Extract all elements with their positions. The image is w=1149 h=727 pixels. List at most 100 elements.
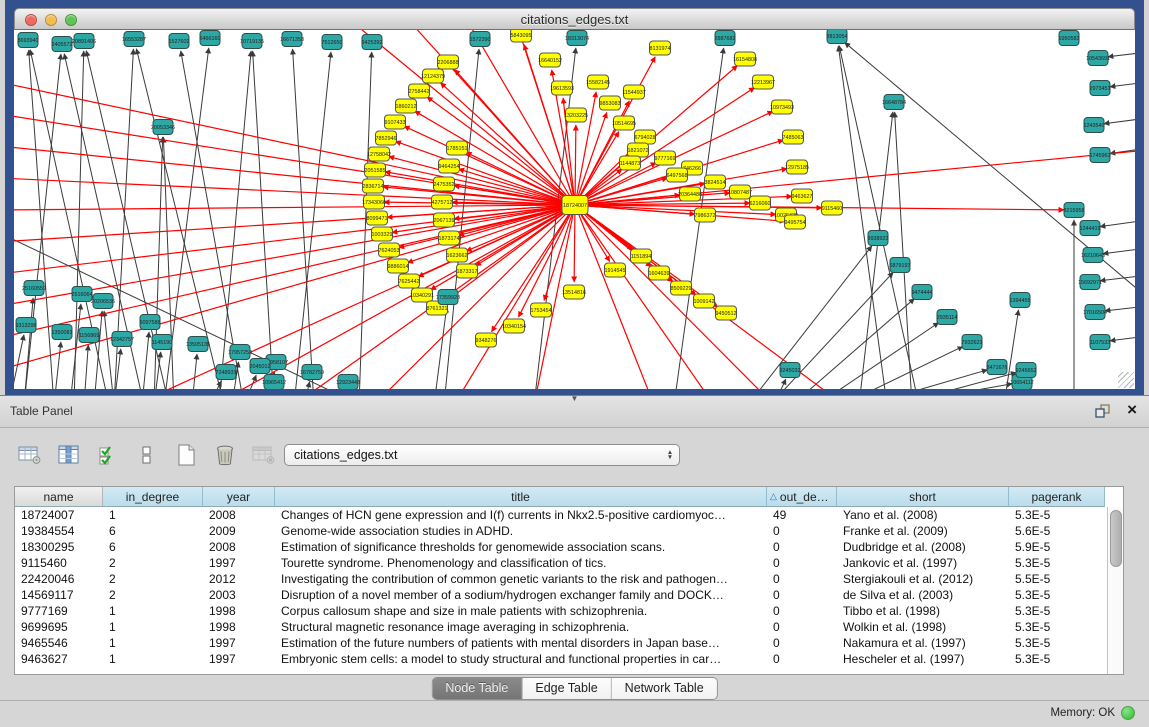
table-row[interactable]: 911546021997Tourette syndrome. Phenomeno… <box>15 555 1123 571</box>
graph-node[interactable]: 19613593 <box>550 81 574 95</box>
table-row[interactable]: 969969511998Structural magnetic resonanc… <box>15 619 1123 635</box>
graph-node[interactable]: 20053346 <box>151 120 175 135</box>
new-table-icon[interactable] <box>172 442 200 468</box>
table-row[interactable]: 1456911722003Disruption of a novel membe… <box>15 587 1123 603</box>
graph-node[interactable]: 1860212 <box>396 99 417 113</box>
graph-node[interactable]: 12124379 <box>421 69 445 83</box>
graph-node[interactable]: 9425392 <box>362 35 383 50</box>
graph-node[interactable]: 2935114 <box>937 310 958 325</box>
table-row[interactable]: 946554611997Estimation of the future num… <box>15 635 1123 651</box>
table-cell[interactable]: Yano et al. (2008) <box>837 507 1009 523</box>
column-header-in_degree[interactable]: in_degree <box>103 487 203 507</box>
table-cell[interactable]: 49 <box>767 507 837 523</box>
table-cell[interactable]: Changes of HCN gene expression and I(f) … <box>275 507 767 523</box>
table-cell[interactable]: 0 <box>767 635 837 651</box>
graph-node[interactable]: 9245032 <box>780 363 801 378</box>
table-cell[interactable]: Stergiakouli et al. (2012) <box>837 571 1009 587</box>
graph-node[interactable]: 7624053 <box>379 243 400 257</box>
graph-node[interactable]: 1394455 <box>1010 293 1031 308</box>
table-cell[interactable]: 5.3E-5 <box>1009 651 1105 667</box>
table-cell[interactable]: 5.3E-5 <box>1009 555 1105 571</box>
graph-node[interactable]: 12758042 <box>367 147 391 161</box>
table-cell[interactable]: 2008 <box>203 539 275 555</box>
graph-node[interactable]: 9495754 <box>785 215 806 229</box>
column-header-year[interactable]: year <box>203 487 275 507</box>
select-rows-icon[interactable] <box>94 442 122 468</box>
table-cell[interactable]: 1 <box>103 651 203 667</box>
table-selector-dropdown[interactable]: citations_edges.txt ▲▼ <box>284 444 680 466</box>
table-cell[interactable]: 0 <box>767 555 837 571</box>
table-row[interactable]: 2242004622012Investigating the contribut… <box>15 571 1123 587</box>
graph-node[interactable]: 16210643 <box>1081 248 1105 263</box>
graph-node[interactable]: 12975185 <box>785 160 809 174</box>
table-cell[interactable]: Tourette syndrome. Phenomenology and cla… <box>275 555 767 571</box>
graph-node[interactable]: 1003329 <box>372 227 393 241</box>
scrollbar-thumb[interactable] <box>1110 510 1122 567</box>
table-options-icon[interactable] <box>16 442 44 468</box>
table-cell[interactable]: 5.3E-5 <box>1009 603 1105 619</box>
table-cell[interactable]: Genome-wide association studies in ADHD. <box>275 523 767 539</box>
table-cell[interactable]: 1 <box>103 619 203 635</box>
graph-node[interactable]: 11544937 <box>622 85 646 99</box>
graph-node[interactable]: 2206888 <box>438 55 459 69</box>
graph-node[interactable]: 9464254 <box>439 159 460 173</box>
graph-node[interactable]: 10807487 <box>728 185 752 199</box>
graph-node[interactable]: 16648784 <box>882 95 906 110</box>
graph-node[interactable]: 8471676 <box>987 360 1008 375</box>
close-panel-icon[interactable]: × <box>1127 400 1137 420</box>
column-header-name[interactable]: name <box>15 487 103 507</box>
graph-node[interactable]: 16671358 <box>280 32 304 47</box>
graph-node[interactable]: 9450512 <box>716 306 737 320</box>
table-cell[interactable]: 6 <box>103 523 203 539</box>
table-cell[interactable]: 1997 <box>203 651 275 667</box>
table-cell[interactable]: 5.9E-5 <box>1009 539 1105 555</box>
graph-node[interactable]: 2758442 <box>409 84 430 98</box>
graph-node[interactable]: 9853083 <box>600 96 621 110</box>
graph-node[interactable]: 1914545 <box>605 263 626 277</box>
graph-node[interactable]: 9097588 <box>140 315 161 330</box>
graph-node[interactable]: 8693940 <box>18 33 39 48</box>
table-cell[interactable]: 18300295 <box>15 539 103 555</box>
table-row[interactable]: 1872400712008Changes of HCN gene express… <box>15 507 1123 523</box>
table-cell[interactable]: 9463627 <box>15 651 103 667</box>
graph-node[interactable]: 8099471 <box>367 211 388 225</box>
graph-node[interactable]: 10514695 <box>612 116 636 130</box>
table-cell[interactable]: Dudbridge et al. (2008) <box>837 539 1009 555</box>
graph-node[interactable]: 17957253 <box>228 345 252 360</box>
graph-node[interactable]: 8215958 <box>1064 203 1085 218</box>
table-cell[interactable]: 5.3E-5 <box>1009 635 1105 651</box>
table-cell[interactable]: 1998 <box>203 619 275 635</box>
table-cell[interactable]: Embryonic stem cells: a model to study s… <box>275 651 767 667</box>
graph-node[interactable]: 17343066 <box>362 195 386 209</box>
table-cell[interactable]: Franke et al. (2009) <box>837 523 1009 539</box>
table-cell[interactable]: Estimation of significance thresholds fo… <box>275 539 767 555</box>
graph-node[interactable]: 1145190 <box>152 335 173 350</box>
table-cell[interactable]: 9699695 <box>15 619 103 635</box>
graph-node[interactable]: 12342757 <box>110 332 134 347</box>
table-cell[interactable]: 2012 <box>203 571 275 587</box>
graph-node[interactable]: 9348276 <box>476 333 497 347</box>
graph-node[interactable]: 8509229 <box>671 281 692 295</box>
graph-node[interactable]: 10340154 <box>502 319 526 333</box>
resize-grip-icon[interactable] <box>1118 372 1134 388</box>
graph-node[interactable]: 13505135 <box>186 337 210 352</box>
graph-node[interactable]: 15692971 <box>1078 275 1102 290</box>
table-cell[interactable]: 2003 <box>203 587 275 603</box>
graph-node[interactable]: 2067139 <box>434 213 455 227</box>
graph-node[interactable]: 2836714 <box>363 179 384 193</box>
table-cell[interactable]: 1 <box>103 603 203 619</box>
tab-edge-table[interactable]: Edge Table <box>522 678 611 699</box>
table-cell[interactable]: 2008 <box>203 507 275 523</box>
graph-node[interactable]: 1350081 <box>52 325 73 340</box>
graph-node[interactable]: 20364486 <box>678 187 702 201</box>
table-row[interactable]: 946362711997Embryonic stem cells: a mode… <box>15 651 1123 667</box>
graph-node[interactable]: 1785151 <box>447 141 468 155</box>
graph-node[interactable]: 10543691 <box>1086 51 1110 66</box>
table-row[interactable]: 977716911998Corpus callosum shape and si… <box>15 603 1123 619</box>
graph-node[interactable]: 8938923 <box>868 231 889 246</box>
table-cell[interactable]: de Silva et al. (2003) <box>837 587 1009 603</box>
graph-node[interactable]: 9107433 <box>385 115 406 129</box>
graph-node[interactable]: 1151894 <box>631 249 652 263</box>
graph-node[interactable]: 1950583 <box>1059 31 1080 46</box>
table-cell[interactable]: 0 <box>767 651 837 667</box>
